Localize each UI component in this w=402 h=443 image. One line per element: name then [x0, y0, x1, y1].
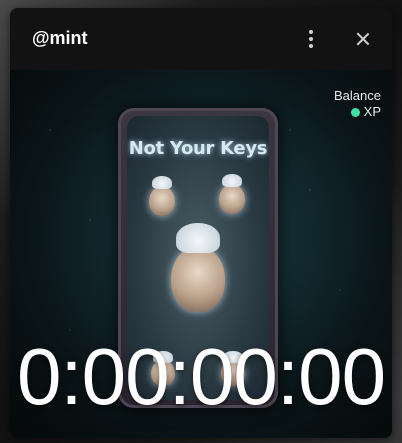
chef-figure-center — [171, 222, 225, 312]
close-icon[interactable] — [350, 26, 376, 52]
balance-label: Balance — [334, 88, 381, 103]
more-options-icon[interactable] — [300, 26, 322, 52]
xp-status-dot-icon — [350, 107, 360, 117]
balance-currency-row: XP — [334, 104, 381, 120]
panel-header: @mint — [10, 8, 392, 70]
chef-figure-top-right — [219, 173, 245, 214]
chef-figure-top-left — [149, 175, 175, 216]
card-title: Not Your Keys — [128, 138, 268, 159]
nft-panel: @mint Balance XP Not Your Keys 0:00:00:0… — [10, 8, 392, 438]
balance-indicator: Balance XP — [334, 88, 381, 120]
balance-currency: XP — [363, 104, 381, 119]
countdown-timer: 0:00:00:00 — [16, 332, 386, 421]
panel-title: @mint — [32, 28, 88, 48]
